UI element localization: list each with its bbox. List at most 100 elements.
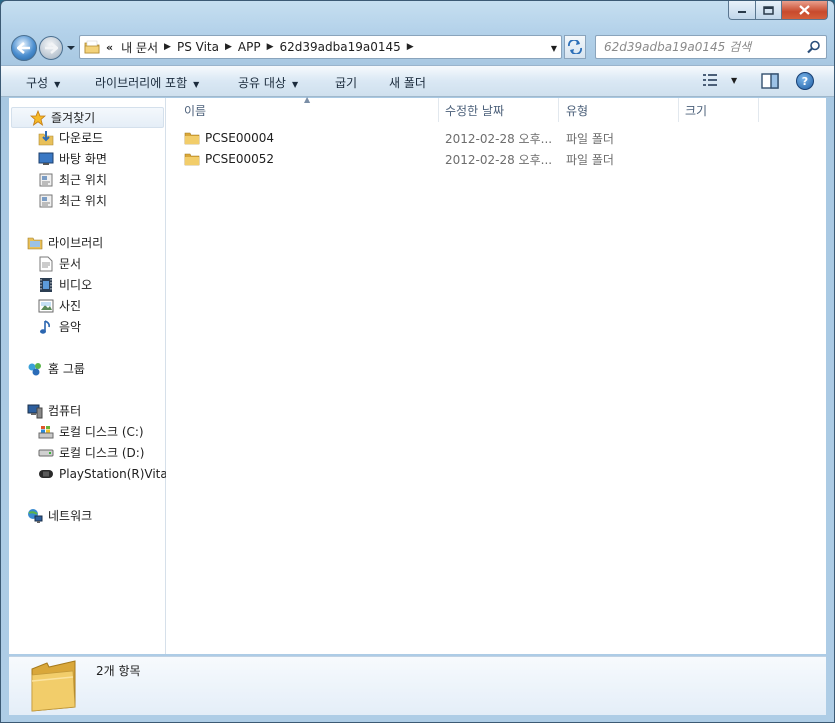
- chevron-right-icon[interactable]: ▶: [267, 42, 274, 52]
- minimize-icon: [738, 11, 746, 13]
- share-with-label: 공유 대상: [238, 76, 286, 90]
- breadcrumb-label: 62d39adba19a0145: [279, 40, 401, 54]
- column-header-date-modified[interactable]: 수정한 날짜: [445, 102, 504, 119]
- file-type: 파일 폴더: [566, 131, 614, 146]
- breadcrumb-segment[interactable]: PS Vita ▶: [175, 40, 232, 54]
- minimize-button[interactable]: [728, 1, 755, 20]
- column-header-name[interactable]: 이름: [184, 102, 206, 119]
- sidebar-item-local-disk-d[interactable]: 로컬 디스크 (D:): [9, 442, 144, 463]
- sidebar-item-label: 즐겨찾기: [51, 111, 96, 125]
- sidebar-item-favorites[interactable]: 즐겨찾기: [11, 107, 164, 128]
- column-header-size[interactable]: 크기: [685, 102, 707, 119]
- explorer-window: « 내 문서 ▶ PS Vita ▶ APP ▶ 62d39adba19a014…: [0, 0, 835, 723]
- breadcrumb-overflow[interactable]: «: [106, 41, 113, 54]
- column-divider[interactable]: [438, 98, 439, 122]
- homegroup-icon: [27, 361, 43, 377]
- refresh-icon: [568, 40, 582, 54]
- search-box[interactable]: [595, 35, 827, 59]
- desktop-icon: [38, 151, 54, 167]
- breadcrumb-segment[interactable]: 내 문서 ▶: [119, 39, 171, 56]
- chevron-down-icon: ▼: [291, 80, 299, 89]
- close-icon: [799, 5, 810, 15]
- include-in-library-button[interactable]: 라이브러리에 포함 ▼: [95, 74, 199, 91]
- sidebar-item-desktop[interactable]: 바탕 화면: [9, 148, 107, 169]
- sidebar-item-local-disk-c[interactable]: 로컬 디스크 (C:): [9, 421, 144, 442]
- search-input[interactable]: [604, 40, 794, 54]
- details-pane: 2개 항목: [9, 656, 826, 715]
- maximize-button[interactable]: [755, 1, 782, 20]
- sidebar-item-network[interactable]: 네트워크: [9, 505, 92, 526]
- file-row[interactable]: PCSE00004 2012-02-28 오후... 파일 폴더: [184, 128, 804, 148]
- music-icon: [38, 319, 54, 335]
- arrow-right-icon: [45, 42, 58, 54]
- sidebar-item-libraries[interactable]: 라이브러리: [9, 232, 103, 253]
- chevron-right-icon[interactable]: ▶: [164, 42, 171, 52]
- breadcrumb-segment[interactable]: 62d39adba19a0145 ▶: [278, 40, 414, 54]
- column-header-type[interactable]: 유형: [566, 102, 588, 119]
- sidebar-item-label: 네트워크: [48, 509, 93, 523]
- sidebar-item-label: 문서: [59, 257, 82, 271]
- column-divider[interactable]: [558, 98, 559, 122]
- details-view-icon: [703, 74, 717, 86]
- file-row[interactable]: PCSE00052 2012-02-28 오후... 파일 폴더: [184, 149, 804, 169]
- sidebar-item-pictures[interactable]: 사진: [9, 295, 81, 316]
- column-divider[interactable]: [678, 98, 679, 122]
- breadcrumb-label: APP: [237, 40, 261, 54]
- help-button[interactable]: ?: [796, 72, 814, 90]
- sidebar-item-computer[interactable]: 컴퓨터: [9, 400, 81, 421]
- file-name: PCSE00004: [205, 131, 274, 145]
- sidebar-item-videos[interactable]: 비디오: [9, 274, 92, 295]
- sidebar-item-label: 음악: [59, 320, 82, 334]
- burn-label: 굽기: [335, 76, 358, 90]
- sidebar-item-playstation-vita[interactable]: PlayStation(R)Vita: [9, 463, 168, 484]
- network-icon: [27, 508, 43, 524]
- organize-button[interactable]: 구성 ▼: [26, 74, 60, 91]
- close-button[interactable]: [782, 1, 828, 20]
- sidebar-item-music[interactable]: 음악: [9, 316, 81, 337]
- chevron-right-icon[interactable]: ▶: [225, 42, 232, 52]
- item-count: 2개 항목: [96, 664, 141, 678]
- sidebar-item-label: 홈 그룹: [48, 362, 85, 376]
- sidebar-item-documents[interactable]: 문서: [9, 253, 81, 274]
- recent-pages-chevron-icon[interactable]: [66, 44, 76, 52]
- column-headers: ▲ 이름 수정한 날짜 유형 크기: [166, 95, 826, 122]
- folder-icon: [31, 660, 76, 712]
- chevron-down-icon: ▼: [54, 80, 61, 89]
- column-divider[interactable]: [758, 98, 759, 122]
- preview-pane-icon[interactable]: [761, 73, 779, 89]
- breadcrumb-segment[interactable]: APP ▶: [236, 40, 274, 54]
- sidebar-item-downloads[interactable]: 다운로드: [9, 127, 103, 148]
- sidebar-item-label: 비디오: [59, 278, 93, 292]
- sidebar-item-recent-places[interactable]: 최근 위치: [9, 190, 107, 211]
- computer-icon: [27, 403, 43, 419]
- chevron-down-icon: ▼: [193, 80, 200, 89]
- folder-icon: [84, 40, 100, 54]
- breadcrumb-label: 내 문서: [121, 40, 159, 55]
- address-bar[interactable]: « 내 문서 ▶ PS Vita ▶ APP ▶ 62d39adba19a014…: [79, 35, 562, 59]
- share-with-button[interactable]: 공유 대상 ▼: [238, 74, 298, 91]
- sidebar-item-homegroup[interactable]: 홈 그룹: [9, 358, 85, 379]
- back-button[interactable]: [11, 35, 37, 61]
- burn-button[interactable]: 굽기: [335, 74, 357, 91]
- file-name: PCSE00052: [205, 152, 274, 166]
- address-history-chevron-icon[interactable]: ▼: [551, 44, 557, 53]
- sidebar-item-label: 컴퓨터: [48, 404, 82, 418]
- sidebar-item-recent-places[interactable]: 최근 위치: [9, 169, 107, 190]
- sidebar-item-label: PlayStation(R)Vita: [59, 466, 168, 481]
- search-icon[interactable]: [807, 40, 821, 54]
- forward-button[interactable]: [39, 36, 63, 60]
- sidebar-item-label: 로컬 디스크 (D:): [59, 446, 145, 460]
- caption-buttons: [728, 1, 828, 21]
- chevron-right-icon[interactable]: ▶: [407, 42, 414, 52]
- file-name-cell: PCSE00052: [184, 152, 444, 166]
- file-date: 2012-02-28 오후...: [445, 131, 553, 146]
- libraries-icon: [27, 235, 43, 251]
- new-folder-button[interactable]: 새 폴더: [389, 74, 426, 91]
- file-date: 2012-02-28 오후...: [445, 152, 553, 167]
- refresh-button[interactable]: [564, 35, 586, 59]
- change-view-button[interactable]: ▼: [703, 74, 737, 86]
- maximize-icon: [763, 5, 774, 15]
- navigation-pane: 즐겨찾기 다운로드 바탕 화면 최근 위치 최근 위치 라이브러리 문서 비디오…: [9, 98, 168, 654]
- windows-drive-icon: [38, 424, 54, 440]
- pictures-icon: [38, 298, 54, 314]
